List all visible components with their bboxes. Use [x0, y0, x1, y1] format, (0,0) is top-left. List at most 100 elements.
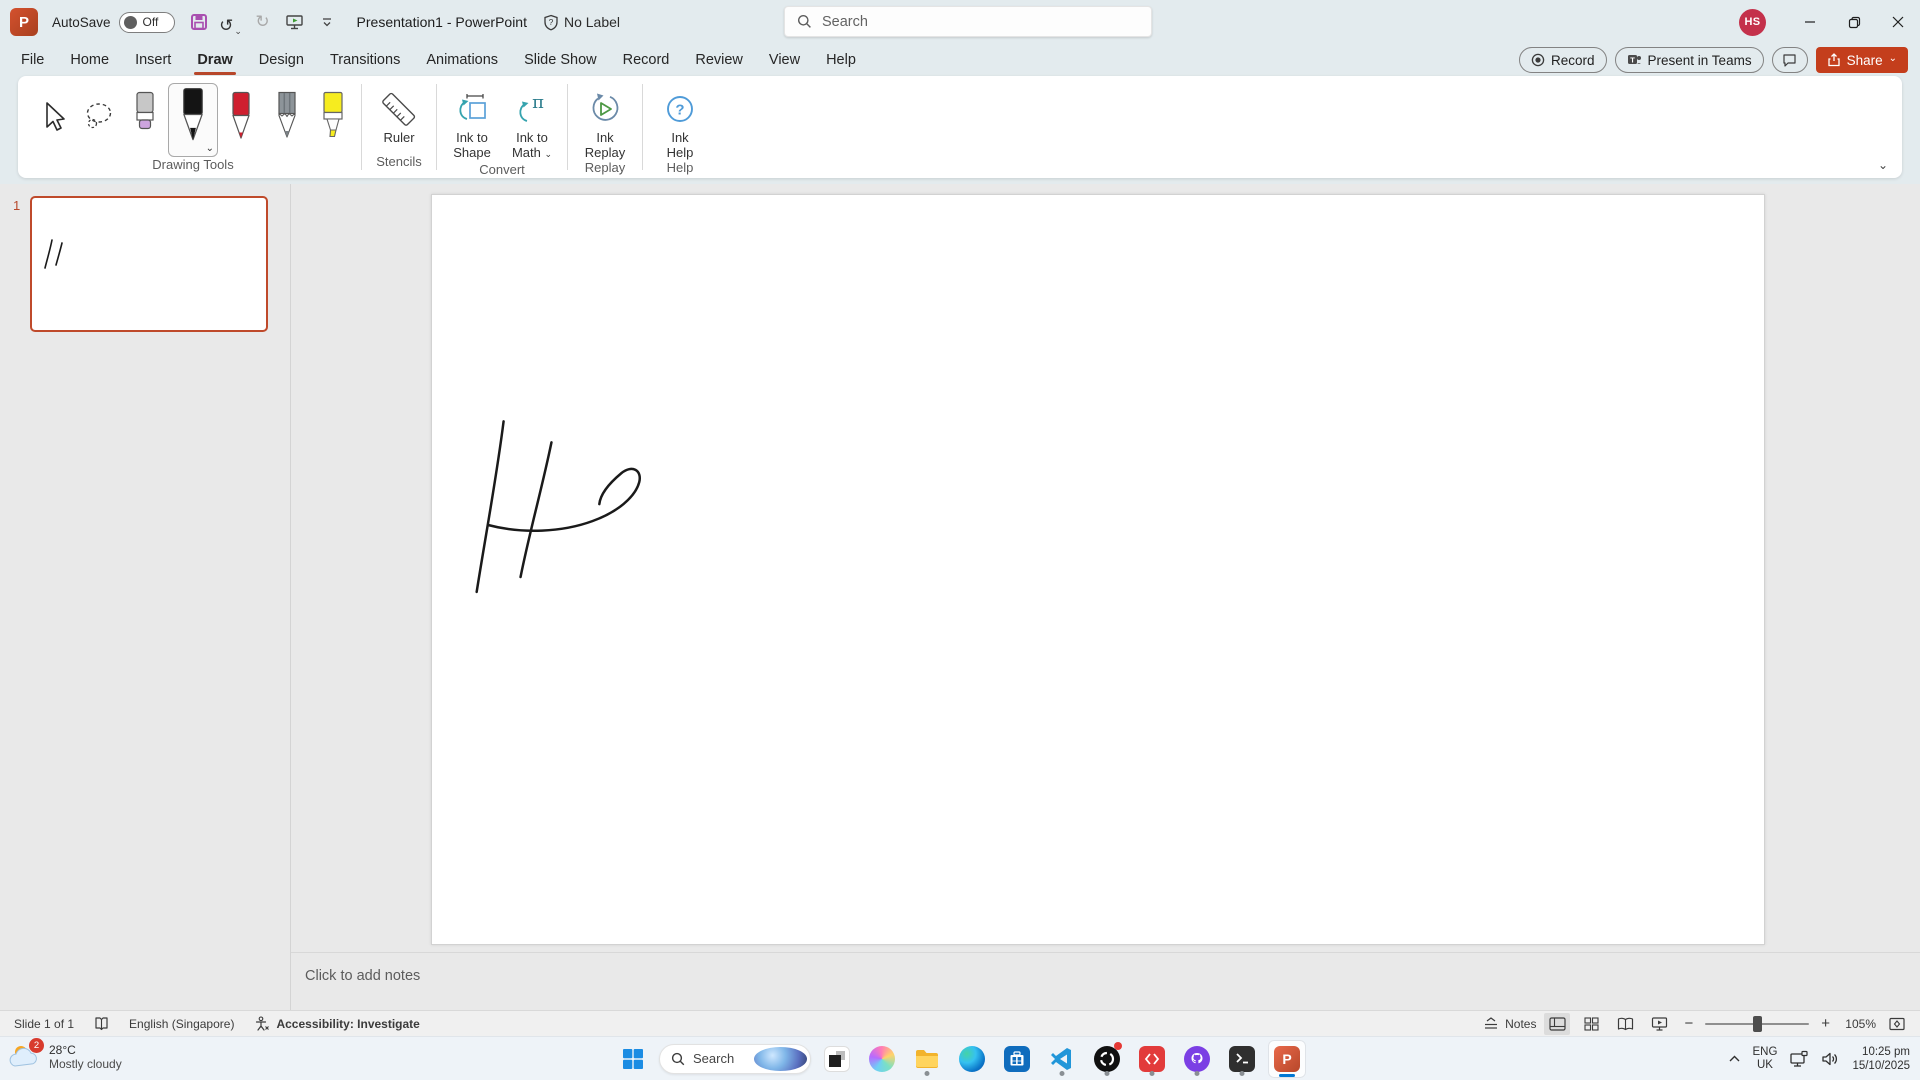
taskbar-app-contrast-squares[interactable]	[818, 1040, 856, 1078]
fit-to-window-icon	[1889, 1017, 1905, 1030]
eraser-icon	[136, 91, 154, 130]
share-button[interactable]: Share ⌄	[1815, 47, 1908, 73]
thumbnail-panel-divider[interactable]	[290, 184, 291, 1010]
powerpoint-taskbar-icon: P	[1274, 1045, 1300, 1072]
tab-insert[interactable]: Insert	[122, 44, 184, 76]
start-slideshow-button[interactable]	[281, 8, 309, 36]
zoom-level[interactable]: 105%	[1842, 1017, 1876, 1031]
slideshow-view-button[interactable]	[1646, 1013, 1672, 1035]
tab-slide-show[interactable]: Slide Show	[511, 44, 610, 76]
ink-to-math-chevron-icon: ⌄	[544, 149, 553, 159]
search-box[interactable]: Search	[784, 6, 1152, 37]
language-switcher[interactable]: ENG UK	[1753, 1046, 1778, 1072]
red-pen-tool-button[interactable]	[218, 83, 264, 151]
running-indicator	[1194, 1070, 1200, 1076]
active-tab-indicator	[194, 72, 236, 75]
slide-thumbnail[interactable]	[30, 196, 268, 332]
language-indicator[interactable]: English (Singapore)	[129, 1017, 234, 1031]
running-indicator	[1149, 1070, 1155, 1076]
notes-placeholder: Click to add notes	[305, 968, 421, 984]
comment-icon	[1783, 54, 1796, 67]
ruler-button[interactable]: Ruler	[367, 83, 431, 145]
autosave-toggle[interactable]: Off	[118, 11, 175, 33]
sensitivity-label[interactable]: ? No Label	[543, 14, 620, 31]
taskbar-copilot[interactable]	[863, 1040, 901, 1078]
pen-options-chevron-icon: ⌄	[205, 143, 214, 154]
ink-to-math-button[interactable]: π Ink to Math ⌄	[502, 83, 562, 162]
record-button[interactable]: Record	[1518, 47, 1607, 73]
ribbon-card: ⌄ Drawing Tools Ruler Stencils Ink to Sh…	[18, 76, 1902, 178]
minimize-button[interactable]	[1788, 0, 1832, 44]
slide-sorter-view-button[interactable]	[1578, 1013, 1604, 1035]
taskbar-github-desktop[interactable]	[1178, 1040, 1216, 1078]
group-divider	[642, 84, 643, 170]
fit-slide-to-window-button[interactable]	[1884, 1013, 1910, 1035]
taskbar-terminal[interactable]	[1223, 1040, 1261, 1078]
ruler-label: Ruler	[383, 130, 415, 145]
zoom-slider-handle[interactable]	[1753, 1015, 1763, 1032]
ink-to-shape-button[interactable]: Ink to Shape	[442, 83, 502, 160]
close-icon	[1892, 16, 1904, 28]
lasso-select-button[interactable]	[76, 83, 122, 151]
svg-text:?: ?	[549, 17, 554, 27]
collapse-ribbon-button[interactable]: ⌄	[1878, 158, 1888, 172]
taskbar-red-app[interactable]	[1133, 1040, 1171, 1078]
sensitivity-label-text: No Label	[563, 14, 621, 30]
taskbar-obs[interactable]	[1088, 1040, 1126, 1078]
windows-logo-icon	[623, 1048, 643, 1069]
zoom-slider[interactable]	[1705, 1015, 1810, 1032]
tab-animations[interactable]: Animations	[413, 44, 511, 76]
close-button[interactable]	[1876, 0, 1920, 44]
taskbar-file-explorer[interactable]	[908, 1040, 946, 1078]
comments-button[interactable]	[1771, 47, 1808, 73]
tab-file[interactable]: File	[8, 44, 57, 76]
redo-icon: ↻	[255, 12, 270, 31]
accessibility-checker[interactable]: Accessibility: Investigate	[254, 1016, 420, 1031]
zoom-in-button[interactable]: +	[1817, 1015, 1834, 1032]
notes-toggle-button[interactable]: Notes	[1483, 1017, 1536, 1031]
eraser-tool-button[interactable]	[122, 83, 168, 151]
start-button[interactable]	[614, 1040, 652, 1078]
taskbar-microsoft-store[interactable]	[998, 1040, 1036, 1078]
ink-replay-button[interactable]: Ink Replay	[573, 83, 637, 160]
undo-button[interactable]: ↺ ⌄	[217, 8, 245, 36]
tab-draw[interactable]: Draw	[184, 44, 245, 76]
taskbar-powerpoint[interactable]: P	[1268, 1039, 1306, 1078]
powerpoint-app-icon[interactable]: P	[10, 8, 38, 36]
tab-home[interactable]: Home	[57, 44, 122, 76]
select-tool-button[interactable]	[30, 83, 76, 151]
taskbar-search[interactable]: Search	[659, 1043, 811, 1074]
restore-button[interactable]	[1832, 0, 1876, 44]
tab-review[interactable]: Review	[682, 44, 756, 76]
notes-area[interactable]: Click to add notes	[291, 952, 1920, 1010]
tab-record[interactable]: Record	[610, 44, 683, 76]
tab-transitions[interactable]: Transitions	[317, 44, 413, 76]
tab-view[interactable]: View	[756, 44, 813, 76]
user-avatar[interactable]: HS	[1739, 8, 1766, 36]
volume-button[interactable]	[1821, 1051, 1840, 1067]
terminal-icon	[1235, 1053, 1248, 1064]
taskbar-edge[interactable]	[953, 1040, 991, 1078]
reading-view-button[interactable]	[1612, 1013, 1638, 1035]
spell-check-button[interactable]	[94, 1016, 109, 1031]
slide-indicator[interactable]: Slide 1 of 1	[14, 1017, 74, 1031]
redo-button[interactable]: ↻	[249, 8, 277, 36]
thumbnail-ink-preview	[44, 239, 63, 269]
show-hidden-icons-button[interactable]	[1728, 1054, 1741, 1063]
zoom-out-button[interactable]: −	[1680, 1015, 1697, 1032]
save-button[interactable]	[185, 8, 213, 36]
clock[interactable]: 10:25 pm 15/10/2025	[1852, 1045, 1910, 1073]
pencil-tool-button[interactable]	[264, 83, 310, 151]
ink-help-button[interactable]: ? Ink Help	[648, 83, 712, 160]
taskbar-vscode[interactable]	[1043, 1040, 1081, 1078]
tab-design[interactable]: Design	[246, 44, 317, 76]
present-in-teams-button[interactable]: T Present in Teams	[1614, 47, 1764, 73]
normal-view-button[interactable]	[1544, 1012, 1571, 1035]
slide-canvas[interactable]	[431, 194, 1765, 945]
tab-help[interactable]: Help	[813, 44, 869, 76]
highlighter-tool-button[interactable]	[310, 83, 356, 151]
network-button[interactable]	[1789, 1050, 1809, 1068]
black-pen-tool-selected[interactable]: ⌄	[168, 83, 218, 157]
teams-icon: T	[1627, 55, 1641, 65]
customize-qat-button[interactable]	[313, 8, 341, 36]
